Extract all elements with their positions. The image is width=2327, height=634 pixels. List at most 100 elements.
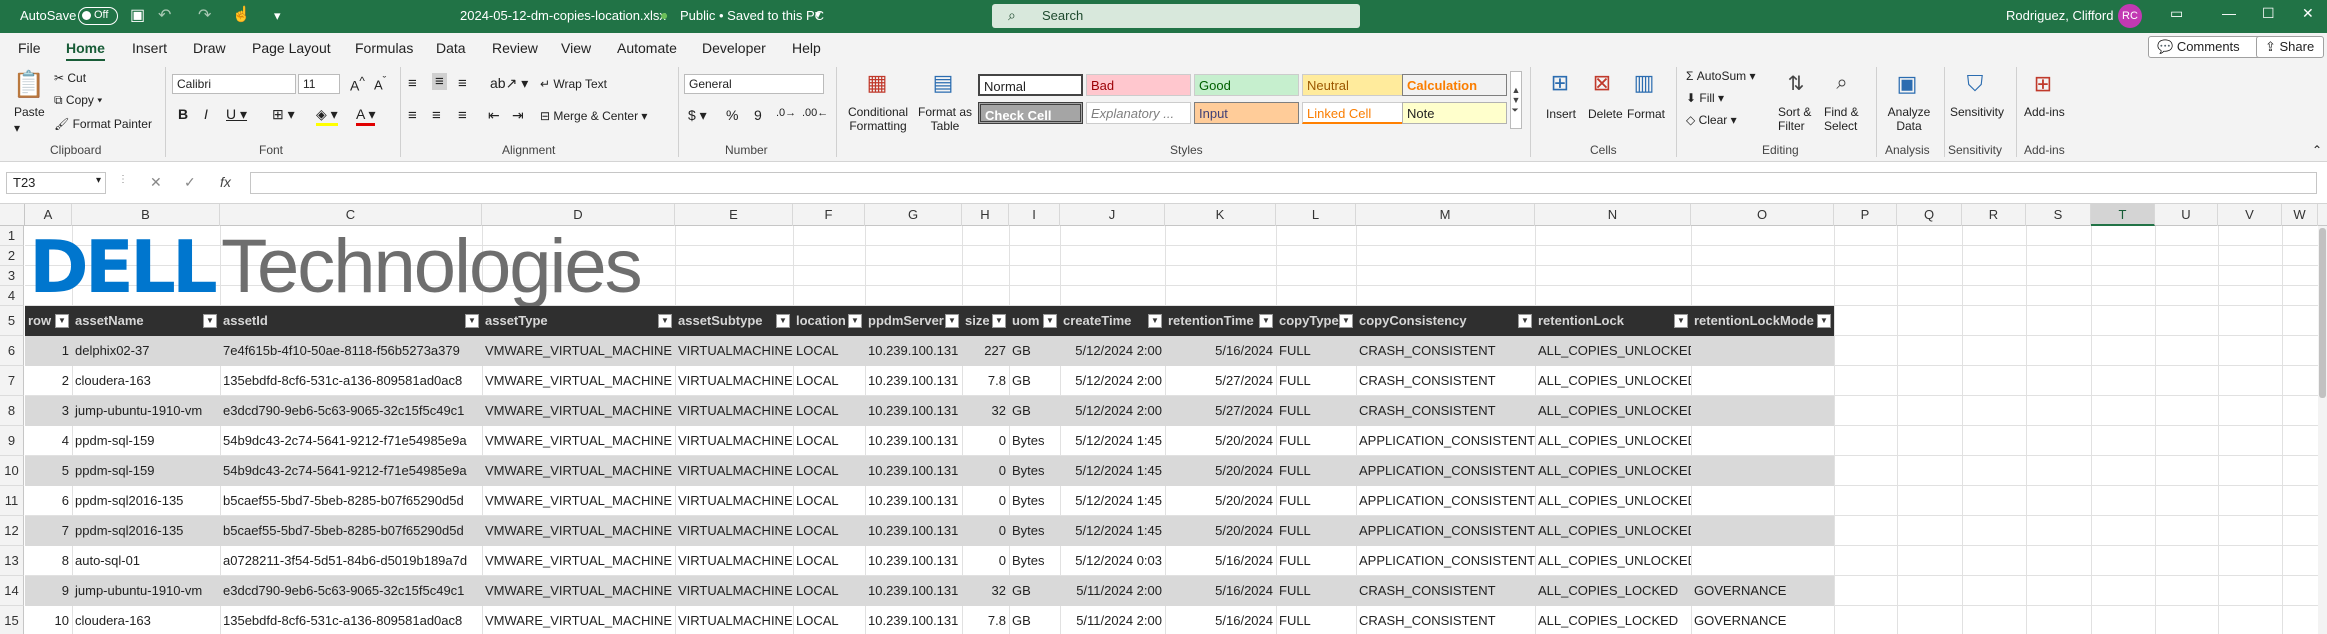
cell-uom[interactable]: Bytes	[1009, 546, 1060, 576]
decrease-decimal-icon[interactable]: .00←	[802, 107, 828, 119]
cell-assetname[interactable]: ppdm-sql2016-135	[72, 486, 220, 516]
insert-function-icon[interactable]: fx	[220, 174, 231, 190]
tab-view[interactable]: View	[561, 40, 591, 56]
avatar[interactable]: RC	[2118, 4, 2142, 28]
orientation-icon[interactable]: ab↗ ▾	[490, 75, 528, 92]
column-header-a[interactable]: A	[25, 204, 72, 226]
style-normal[interactable]: Normal	[978, 74, 1083, 96]
cell-createtime[interactable]: 5/11/2024 2:00	[1060, 606, 1165, 634]
cell-createtime[interactable]: 5/12/2024 2:00	[1060, 366, 1165, 396]
cell-copyconsistency[interactable]: CRASH_CONSISTENT	[1356, 576, 1535, 606]
table-row[interactable]: 3 jump-ubuntu-1910-vm e3dcd790-9eb6-5c63-9…	[25, 396, 1834, 426]
cell-copyconsistency[interactable]: APPLICATION_CONSISTENT	[1356, 456, 1535, 486]
cell-copytype[interactable]: FULL	[1276, 456, 1356, 486]
cell-size[interactable]: 0	[962, 546, 1009, 576]
cell-assetid[interactable]: 135ebdfd-8cf6-531c-a136-809581ad0ac8	[220, 606, 482, 634]
cell-retentionlockmode[interactable]: GOVERNANCE	[1691, 606, 1834, 634]
column-header-o[interactable]: O	[1691, 204, 1834, 226]
filter-dropdown-icon[interactable]: ▼	[945, 314, 959, 328]
add-ins-button[interactable]: Add-ins	[2024, 105, 2065, 119]
paste-button[interactable]: Paste	[14, 105, 45, 119]
column-header-g[interactable]: G	[865, 204, 962, 226]
cell-uom[interactable]: GB	[1009, 606, 1060, 634]
cell-size[interactable]: 227	[962, 336, 1009, 366]
row-header-9[interactable]: 9	[0, 426, 24, 456]
fill-button[interactable]: ⬇ Fill ▾	[1686, 91, 1724, 105]
cell-copytype[interactable]: FULL	[1276, 576, 1356, 606]
number-format-dropdown[interactable]: General	[684, 74, 824, 94]
cell-row[interactable]: 3	[25, 396, 72, 426]
cell-assettype[interactable]: VMWARE_VIRTUAL_MACHINE	[482, 396, 675, 426]
cell-assetsubtype[interactable]: VIRTUALMACHINE	[675, 576, 793, 606]
cell-retentiontime[interactable]: 5/16/2024	[1165, 606, 1276, 634]
find-select-icon[interactable]: ⌕	[1828, 69, 1856, 97]
cell-retentionlock[interactable]: ALL_COPIES_UNLOCKED	[1535, 426, 1691, 456]
row-header-3[interactable]: 3	[0, 266, 24, 286]
decrease-font-icon[interactable]: Aˇ	[374, 75, 386, 92]
cell-row[interactable]: 9	[25, 576, 72, 606]
column-header-i[interactable]: I	[1009, 204, 1060, 226]
cell-retentiontime[interactable]: 5/27/2024	[1165, 396, 1276, 426]
cell-assetname[interactable]: cloudera-163	[72, 606, 220, 634]
column-header-m[interactable]: M	[1356, 204, 1535, 226]
cell-retentionlock[interactable]: ALL_COPIES_UNLOCKED	[1535, 396, 1691, 426]
cell-location[interactable]: LOCAL	[793, 366, 865, 396]
tab-draw[interactable]: Draw	[193, 40, 226, 56]
cell-retentionlock[interactable]: ALL_COPIES_UNLOCKED	[1535, 486, 1691, 516]
align-top-icon[interactable]: ≡	[408, 75, 417, 92]
row-header-14[interactable]: 14	[0, 576, 24, 606]
cell-retentiontime[interactable]: 5/16/2024	[1165, 576, 1276, 606]
cell-copyconsistency[interactable]: CRASH_CONSISTENT	[1356, 606, 1535, 634]
paste-icon[interactable]: 📋	[12, 67, 46, 101]
autosave-toggle[interactable]: Off	[78, 7, 118, 25]
format-as-table-icon[interactable]: ▤	[928, 69, 958, 97]
style-linked-cell[interactable]: Linked Cell	[1302, 102, 1407, 124]
save-status[interactable]: Public • Saved to this PC	[680, 8, 824, 23]
filter-dropdown-icon[interactable]: ▼	[1518, 314, 1532, 328]
cell-uom[interactable]: Bytes	[1009, 486, 1060, 516]
style-check-cell[interactable]: Check Cell	[978, 102, 1083, 124]
italic-icon[interactable]: I	[204, 106, 208, 122]
cell-retentiontime[interactable]: 5/16/2024	[1165, 546, 1276, 576]
cell-row[interactable]: 1	[25, 336, 72, 366]
cell-size[interactable]: 32	[962, 576, 1009, 606]
filter-dropdown-icon[interactable]: ▼	[1674, 314, 1688, 328]
tab-formulas[interactable]: Formulas	[355, 40, 413, 56]
clear-button[interactable]: ◇ Clear ▾	[1686, 113, 1737, 127]
style-explanatory[interactable]: Explanatory ...	[1086, 102, 1191, 124]
filter-dropdown-icon[interactable]: ▼	[1339, 314, 1353, 328]
cell-copytype[interactable]: FULL	[1276, 606, 1356, 634]
row-header-7[interactable]: 7	[0, 366, 24, 396]
cell-retentionlockmode[interactable]	[1691, 396, 1834, 426]
cell-size[interactable]: 0	[962, 426, 1009, 456]
cell-retentionlock[interactable]: ALL_COPIES_LOCKED	[1535, 576, 1691, 606]
cell-copyconsistency[interactable]: APPLICATION_CONSISTENT	[1356, 546, 1535, 576]
table-row[interactable]: 9 jump-ubuntu-1910-vm e3dcd790-9eb6-5c63-9…	[25, 576, 1834, 606]
cell-retentiontime[interactable]: 5/16/2024	[1165, 336, 1276, 366]
format-cells-icon[interactable]: ▥	[1630, 69, 1658, 97]
copy-button[interactable]: ⧉ Copy ▾	[54, 93, 102, 108]
cell-assetsubtype[interactable]: VIRTUALMACHINE	[675, 516, 793, 546]
cell-assetid[interactable]: b5caef55-5bd7-5beb-8285-b07f65290d5d	[220, 486, 482, 516]
table-row[interactable]: 4 ppdm-sql-159 54b9dc43-2c74-5641-9212-f71…	[25, 426, 1834, 456]
align-center-icon[interactable]: ≡	[432, 107, 441, 124]
column-header-e[interactable]: E	[675, 204, 793, 226]
cell-copytype[interactable]: FULL	[1276, 396, 1356, 426]
percent-style-icon[interactable]: %	[726, 107, 738, 123]
cell-uom[interactable]: GB	[1009, 576, 1060, 606]
cell-retentionlockmode[interactable]	[1691, 456, 1834, 486]
chevron-down-icon[interactable]: ▾	[96, 175, 101, 186]
cell-copytype[interactable]: FULL	[1276, 486, 1356, 516]
autosum-button[interactable]: Σ AutoSum ▾	[1686, 69, 1755, 83]
cell-ppdmserver[interactable]: 10.239.100.131	[865, 336, 962, 366]
tab-data[interactable]: Data	[436, 40, 466, 56]
sort-filter-button[interactable]: Sort & Filter	[1778, 105, 1818, 133]
column-header-u[interactable]: U	[2155, 204, 2218, 226]
maximize-icon[interactable]: ☐	[2262, 5, 2275, 22]
cell-ppdmserver[interactable]: 10.239.100.131	[865, 606, 962, 634]
cell-ppdmserver[interactable]: 10.239.100.131	[865, 516, 962, 546]
row-header-1[interactable]: 1	[0, 226, 24, 246]
decrease-indent-icon[interactable]: ⇤	[488, 107, 500, 124]
cell-assetname[interactable]: jump-ubuntu-1910-vm	[72, 396, 220, 426]
cell-createtime[interactable]: 5/12/2024 1:45	[1060, 486, 1165, 516]
